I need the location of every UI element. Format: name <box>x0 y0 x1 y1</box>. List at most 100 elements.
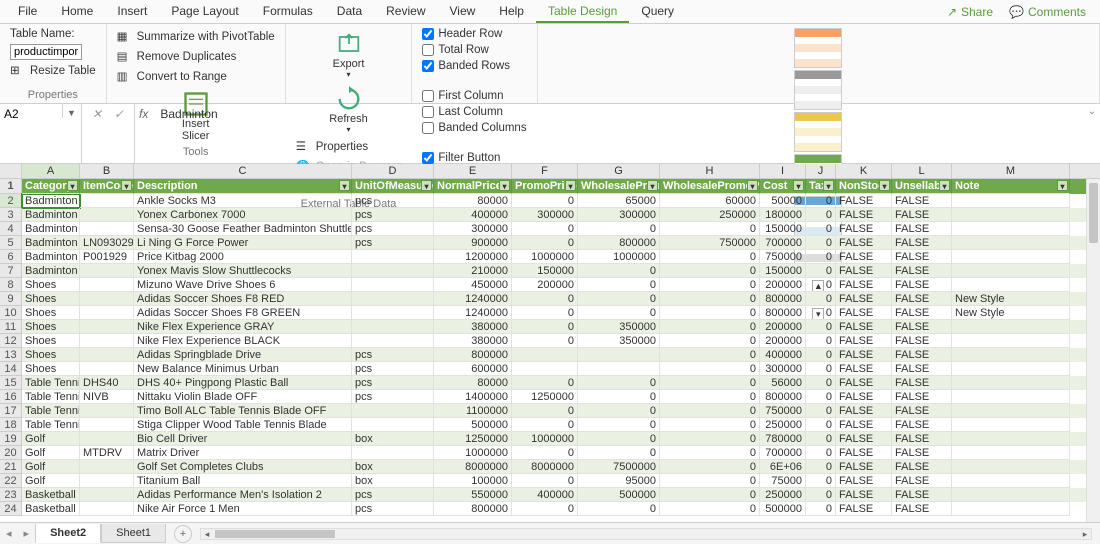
cell-B9[interactable] <box>80 292 134 306</box>
row-header-22[interactable]: 22 <box>0 474 22 488</box>
cell-B18[interactable] <box>80 418 134 432</box>
cell-I21[interactable]: 6E+06 <box>760 460 806 474</box>
cell-D19[interactable]: box <box>352 432 434 446</box>
cell-K13[interactable]: FALSE <box>836 348 892 362</box>
cell-H16[interactable]: 0 <box>660 390 760 404</box>
cell-I4[interactable]: 150000 <box>760 222 806 236</box>
cell-G9[interactable]: 0 <box>578 292 660 306</box>
cell-L20[interactable]: FALSE <box>892 446 952 460</box>
column-header-M[interactable]: M <box>952 164 1070 178</box>
table-header-cost[interactable]: Cost▾ <box>760 179 806 194</box>
cell-I14[interactable]: 300000 <box>760 362 806 376</box>
cell-M5[interactable] <box>952 236 1070 250</box>
cell-H17[interactable]: 0 <box>660 404 760 418</box>
cell-F23[interactable]: 400000 <box>512 488 578 502</box>
cell-L2[interactable]: FALSE <box>892 194 952 208</box>
cell-I5[interactable]: 700000 <box>760 236 806 250</box>
scrollbar-thumb[interactable] <box>1089 183 1098 243</box>
cell-M17[interactable] <box>952 404 1070 418</box>
cell-D3[interactable]: pcs <box>352 208 434 222</box>
cell-K7[interactable]: FALSE <box>836 264 892 278</box>
column-header-G[interactable]: G <box>578 164 660 178</box>
cell-D8[interactable] <box>352 278 434 292</box>
cell-G4[interactable]: 0 <box>578 222 660 236</box>
cell-K23[interactable]: FALSE <box>836 488 892 502</box>
cell-J18[interactable]: 0 <box>806 418 836 432</box>
convert-range-button[interactable]: ▥Convert to Range <box>117 68 275 86</box>
cell-H9[interactable]: 0 <box>660 292 760 306</box>
cell-K24[interactable]: FALSE <box>836 502 892 516</box>
cell-H7[interactable]: 0 <box>660 264 760 278</box>
cell-D7[interactable] <box>352 264 434 278</box>
cell-E2[interactable]: 80000 <box>434 194 512 208</box>
cell-A17[interactable]: Table Tennis <box>22 404 80 418</box>
row-header-18[interactable]: 18 <box>0 418 22 432</box>
cell-J4[interactable]: 0 <box>806 222 836 236</box>
cell-B17[interactable] <box>80 404 134 418</box>
cell-D18[interactable] <box>352 418 434 432</box>
cell-E5[interactable]: 900000 <box>434 236 512 250</box>
table-header-category[interactable]: Category▾ <box>22 179 80 194</box>
table-style-0[interactable] <box>794 28 842 68</box>
row-header-9[interactable]: 9 <box>0 292 22 306</box>
cell-J19[interactable]: 0 <box>806 432 836 446</box>
cell-L7[interactable]: FALSE <box>892 264 952 278</box>
cell-G20[interactable]: 0 <box>578 446 660 460</box>
add-sheet-button[interactable]: + <box>174 525 192 543</box>
cell-F5[interactable]: 0 <box>512 236 578 250</box>
cell-M4[interactable] <box>952 222 1070 236</box>
cell-L24[interactable]: FALSE <box>892 502 952 516</box>
cell-M15[interactable] <box>952 376 1070 390</box>
cell-A10[interactable]: Shoes <box>22 306 80 320</box>
row-header-16[interactable]: 16 <box>0 390 22 404</box>
cell-K2[interactable]: FALSE <box>836 194 892 208</box>
cell-K18[interactable]: FALSE <box>836 418 892 432</box>
cell-A20[interactable]: Golf <box>22 446 80 460</box>
first-column-checkbox[interactable]: First Column <box>422 90 526 102</box>
cell-C10[interactable]: Adidas Soccer Shoes F8 GREEN <box>134 306 352 320</box>
cell-E15[interactable]: 80000 <box>434 376 512 390</box>
cell-L21[interactable]: FALSE <box>892 460 952 474</box>
cell-E14[interactable]: 600000 <box>434 362 512 376</box>
cell-D24[interactable]: pcs <box>352 502 434 516</box>
cell-E13[interactable]: 800000 <box>434 348 512 362</box>
cell-L14[interactable]: FALSE <box>892 362 952 376</box>
cell-H8[interactable]: 0 <box>660 278 760 292</box>
cell-M10[interactable]: New Style <box>952 306 1070 320</box>
cell-I8[interactable]: 200000 <box>760 278 806 292</box>
menu-insert[interactable]: Insert <box>105 1 159 23</box>
cell-J5[interactable]: 0 <box>806 236 836 250</box>
cell-C20[interactable]: Matrix Driver <box>134 446 352 460</box>
filter-arrow-wholesaleprice[interactable]: ▾ <box>647 180 658 191</box>
cell-H6[interactable]: 0 <box>660 250 760 264</box>
cell-B11[interactable] <box>80 320 134 334</box>
cell-M2[interactable] <box>952 194 1070 208</box>
cell-A14[interactable]: Shoes <box>22 362 80 376</box>
total-row-checkbox[interactable]: Total Row <box>422 44 526 56</box>
cell-B12[interactable] <box>80 334 134 348</box>
row-header-14[interactable]: 14 <box>0 362 22 376</box>
cell-D14[interactable]: pcs <box>352 362 434 376</box>
cell-H22[interactable]: 0 <box>660 474 760 488</box>
cell-M3[interactable] <box>952 208 1070 222</box>
cell-H12[interactable]: 0 <box>660 334 760 348</box>
cell-B4[interactable] <box>80 222 134 236</box>
cell-F2[interactable]: 0 <box>512 194 578 208</box>
cell-E3[interactable]: 400000 <box>434 208 512 222</box>
cell-K20[interactable]: FALSE <box>836 446 892 460</box>
cell-M13[interactable] <box>952 348 1070 362</box>
cell-J24[interactable]: 0 <box>806 502 836 516</box>
cell-E9[interactable]: 1240000 <box>434 292 512 306</box>
row-header-4[interactable]: 4 <box>0 222 22 236</box>
row-header-12[interactable]: 12 <box>0 334 22 348</box>
cell-G12[interactable]: 350000 <box>578 334 660 348</box>
cell-K14[interactable]: FALSE <box>836 362 892 376</box>
cell-M24[interactable] <box>952 502 1070 516</box>
hscroll-thumb[interactable] <box>215 530 335 538</box>
table-header-tax[interactable]: Tax▾ <box>806 179 836 194</box>
cell-I3[interactable]: 180000 <box>760 208 806 222</box>
column-header-K[interactable]: K <box>836 164 892 178</box>
cell-G7[interactable]: 0 <box>578 264 660 278</box>
select-all-corner[interactable] <box>0 164 22 178</box>
cell-C5[interactable]: Li Ning G Force Power <box>134 236 352 250</box>
